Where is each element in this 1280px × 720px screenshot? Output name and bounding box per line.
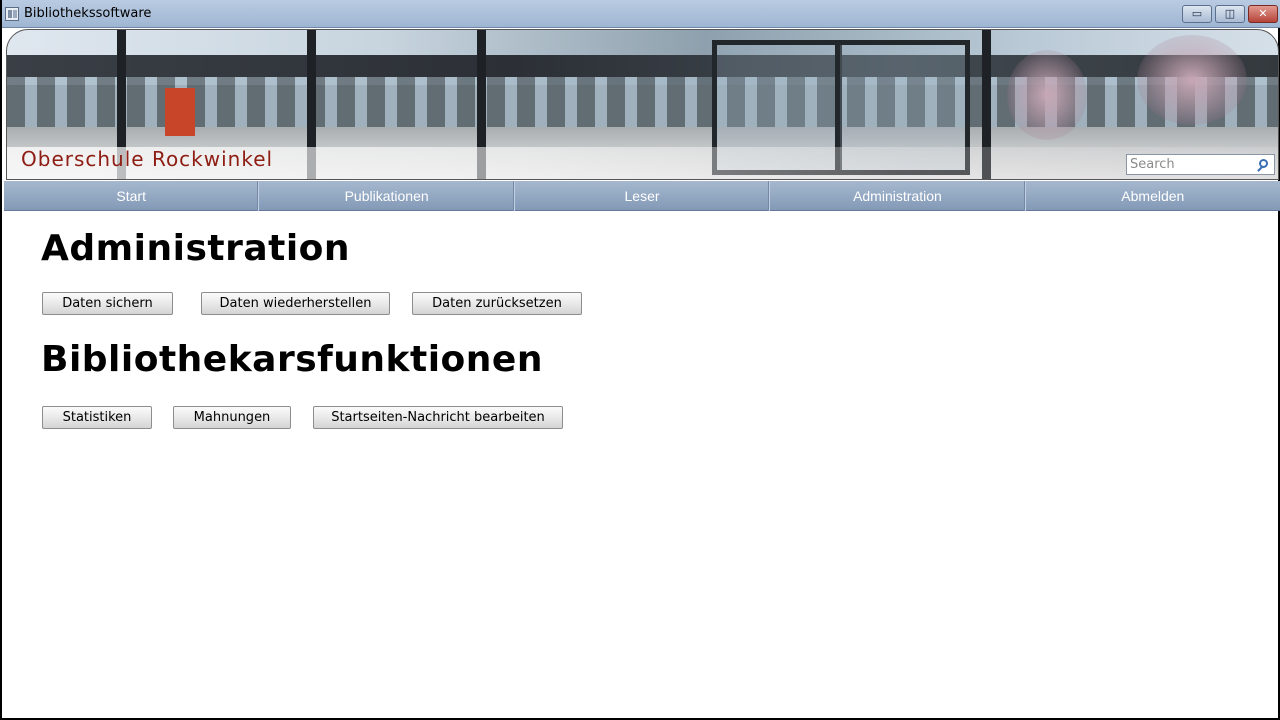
nav-item-publikationen[interactable]: Publikationen (259, 181, 515, 211)
search-field[interactable] (1126, 154, 1275, 175)
statistics-button[interactable]: Statistiken (42, 406, 152, 429)
window-title: Bibliothekssoftware (24, 6, 152, 21)
administration-heading: Administration (41, 228, 351, 269)
librarian-functions-heading: Bibliothekarsfunktionen (41, 339, 543, 380)
search-input[interactable] (1130, 156, 1250, 173)
maximize-button[interactable]: ◫ (1215, 5, 1245, 23)
header-banner-image: Oberschule Rockwinkel (6, 29, 1279, 180)
nav-item-start[interactable]: Start (4, 181, 260, 211)
school-name-logo: Oberschule Rockwinkel (21, 147, 274, 171)
close-button[interactable]: ✕ (1248, 5, 1278, 23)
title-bar[interactable]: Bibliothekssoftware ▭ ◫ ✕ (2, 0, 1280, 28)
nav-item-leser[interactable]: Leser (515, 181, 771, 211)
nav-item-administration[interactable]: Administration (770, 181, 1026, 211)
backup-data-button[interactable]: Daten sichern (42, 292, 173, 315)
reset-data-button[interactable]: Daten zurücksetzen (412, 292, 582, 315)
reminders-button[interactable]: Mahnungen (173, 406, 291, 429)
main-content: Administration Daten sichern Daten wiede… (2, 212, 1278, 718)
minimize-button[interactable]: ▭ (1182, 5, 1212, 23)
application-window: Bibliothekssoftware ▭ ◫ ✕ Oberschule Roc… (0, 0, 1280, 720)
app-icon (5, 7, 19, 21)
nav-item-abmelden[interactable]: Abmelden (1026, 181, 1280, 211)
main-navigation: Start Publikationen Leser Administration… (4, 181, 1280, 211)
search-icon[interactable] (1259, 159, 1268, 168)
edit-homepage-message-button[interactable]: Startseiten-Nachricht bearbeiten (313, 406, 563, 429)
restore-data-button[interactable]: Daten wiederherstellen (201, 292, 390, 315)
